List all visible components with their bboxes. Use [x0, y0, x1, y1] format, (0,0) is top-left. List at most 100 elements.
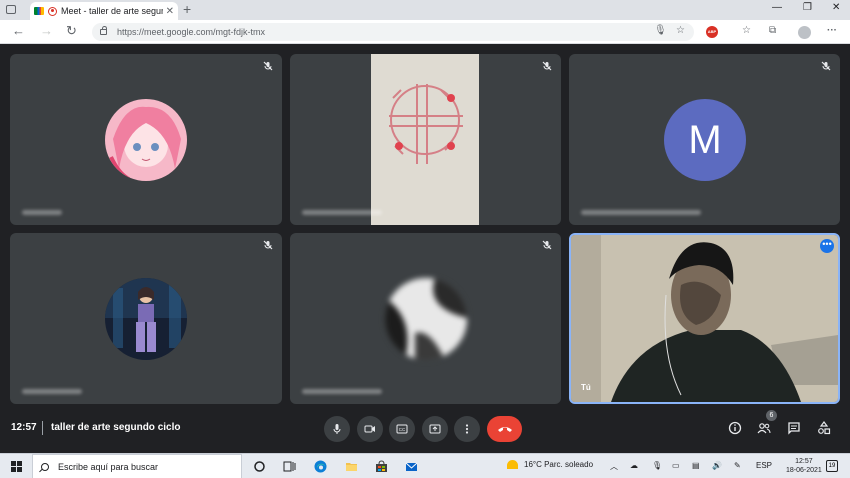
taskbar-search-box[interactable]: Escribe aquí para buscar [32, 454, 242, 478]
onedrive-icon[interactable]: ☁ [630, 461, 638, 470]
partly-sunny-icon [507, 460, 518, 469]
participant-name [302, 210, 382, 215]
svg-text:CC: CC [399, 427, 406, 432]
close-window-icon[interactable]: ✕ [832, 2, 840, 13]
self-video-tile[interactable]: ••• Tú [569, 233, 840, 404]
captions-button[interactable]: CC [389, 416, 415, 442]
adblock-extension-icon[interactable]: ABP [706, 26, 718, 38]
restore-icon[interactable]: ❐ [803, 2, 812, 13]
mic-off-icon [542, 61, 552, 71]
meet-logo-icon [34, 7, 44, 15]
mic-off-icon [263, 61, 273, 71]
more-vert-icon [465, 424, 469, 434]
search-placeholder: Escribe aquí para buscar [58, 461, 159, 472]
chat-icon [788, 422, 800, 435]
microphone-button[interactable] [324, 416, 350, 442]
weather-widget[interactable]: 16°C Parc. soleado [507, 460, 593, 469]
participant-tile[interactable] [290, 54, 561, 225]
settings-more-icon[interactable]: ··· [827, 25, 837, 36]
favorites-icon[interactable]: ☆ [742, 25, 751, 36]
info-icon [728, 421, 742, 435]
tab-title: Meet - taller de arte segundo [61, 6, 163, 16]
self-name-label: Tú [581, 383, 591, 392]
mic-off-icon [263, 240, 273, 250]
self-video [571, 235, 838, 402]
people-icon [757, 423, 771, 434]
meeting-details-button[interactable] [727, 420, 743, 436]
recording-indicator-icon [48, 6, 57, 16]
meeting-stage: M ••• Tú [0, 45, 850, 408]
system-date: 18-06-2021 [786, 467, 822, 474]
participant-tile[interactable] [10, 54, 282, 225]
system-clock[interactable]: 12:57 18-06-2021 [786, 457, 822, 475]
windows-taskbar: Escribe aquí para buscar 16°C Parc. sole… [0, 453, 850, 478]
file-explorer-icon[interactable] [345, 460, 358, 473]
volume-icon[interactable]: 🔊 [712, 461, 722, 470]
back-icon[interactable]: ← [12, 23, 25, 38]
closed-captions-icon: CC [396, 424, 408, 434]
collections-icon[interactable]: ⧉ [769, 25, 776, 36]
search-icon [41, 462, 49, 471]
weather-text: 16°C Parc. soleado [524, 460, 594, 469]
meeting-clock: 12:57 [11, 422, 37, 433]
address-toolbar: ← → ↻ https://meet.google.com/mgt-fdjk-t… [0, 20, 850, 44]
activities-icon [818, 421, 831, 435]
participant-avatar-letter: M [664, 99, 746, 181]
notification-center-icon[interactable]: 19 [826, 460, 838, 472]
new-tab-icon[interactable]: + [183, 1, 191, 17]
participant-name [302, 389, 382, 394]
task-view-icon[interactable] [283, 460, 296, 473]
participant-avatar [385, 278, 467, 360]
participant-name [22, 389, 82, 394]
tab-actions-icon[interactable] [6, 5, 16, 14]
participant-tile[interactable] [10, 233, 282, 404]
system-time: 12:57 [795, 458, 813, 465]
participant-tile[interactable] [290, 233, 561, 404]
close-tab-icon[interactable]: ✕ [166, 6, 174, 17]
meeting-title: taller de arte segundo ciclo [51, 422, 181, 433]
minimize-icon[interactable]: — [772, 2, 782, 13]
participant-tile[interactable]: M [569, 54, 840, 225]
microphone-tray-icon[interactable]: 🎙 [652, 461, 662, 470]
browser-tab-bar: Meet - taller de arte segundo ✕ + — ❐ ✕ [0, 0, 850, 20]
pen-workspace-icon[interactable]: ✎ [734, 461, 741, 470]
store-icon[interactable] [375, 460, 388, 473]
show-hidden-icons[interactable]: ︿ [610, 461, 618, 472]
forward-icon[interactable]: → [40, 23, 53, 38]
camera-icon [364, 425, 375, 433]
add-favorite-icon[interactable]: ☆ [676, 25, 685, 36]
camera-button[interactable] [357, 416, 383, 442]
mic-off-icon [542, 240, 552, 250]
participant-name [22, 210, 62, 215]
microphone-in-use-icon[interactable]: 🎙 [654, 25, 667, 36]
input-language[interactable]: ESP [756, 461, 772, 470]
present-screen-button[interactable] [422, 416, 448, 442]
divider [42, 421, 43, 435]
address-bar[interactable]: https://meet.google.com/mgt-fdjk-tmx [92, 23, 694, 41]
edge-browser-icon[interactable] [314, 460, 327, 473]
mail-icon[interactable] [405, 460, 418, 473]
url-text: https://meet.google.com/mgt-fdjk-tmx [117, 27, 266, 37]
activities-button[interactable] [816, 420, 832, 436]
chat-button[interactable] [786, 420, 802, 436]
participant-name [581, 210, 701, 215]
participant-avatar [105, 99, 187, 181]
network-icon[interactable]: ▤ [692, 461, 700, 470]
participants-button[interactable] [756, 420, 772, 436]
present-icon [429, 424, 441, 434]
leave-call-button[interactable] [487, 416, 522, 442]
microphone-icon [333, 424, 341, 434]
more-options-button[interactable] [454, 416, 480, 442]
meeting-controls-bar: 12:57 taller de arte segundo ciclo CC 6 [0, 408, 850, 453]
more-options-button[interactable]: ••• [820, 239, 834, 253]
reload-icon[interactable]: ↻ [66, 23, 77, 39]
windows-start-icon[interactable] [11, 461, 22, 472]
profile-avatar[interactable] [798, 26, 811, 39]
mic-off-icon [821, 61, 831, 71]
cortana-icon[interactable] [253, 460, 266, 473]
participant-video [371, 54, 479, 225]
lock-icon [100, 26, 107, 35]
browser-tab-meet[interactable]: Meet - taller de arte segundo ✕ [30, 2, 178, 20]
battery-icon[interactable]: ▭ [672, 461, 680, 470]
participant-avatar [105, 278, 187, 360]
